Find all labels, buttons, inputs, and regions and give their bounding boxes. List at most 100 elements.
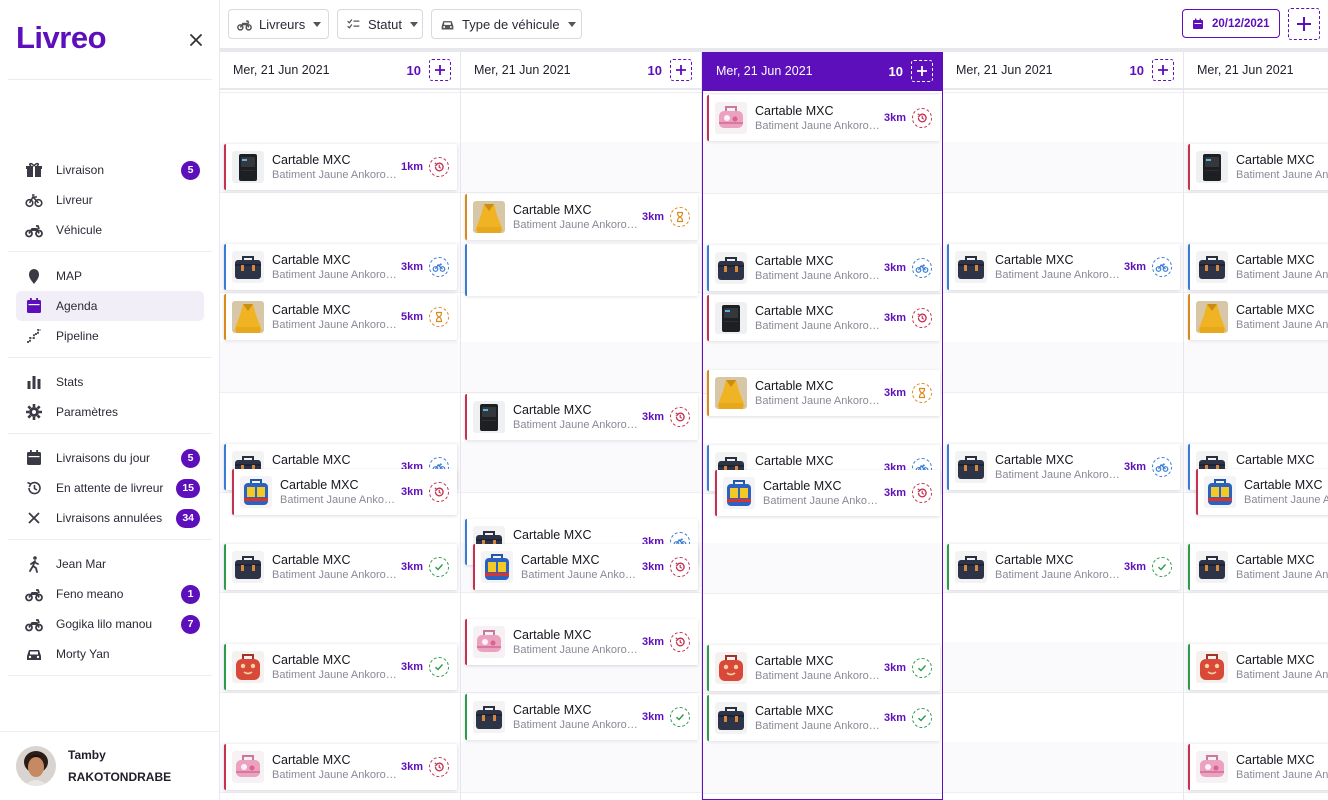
delivery-card[interactable]: Cartable MXC Batiment Jaune Ankorondrano… xyxy=(947,244,1180,290)
column-date: Mer, 21 Jun 2021 xyxy=(233,63,330,77)
time-slot-line xyxy=(220,392,460,393)
delivery-card[interactable]: Cartable MXC Batiment Jaune Ankorondrano… xyxy=(224,144,457,190)
sidebar-item-livraisons-du-jour[interactable]: Livraisons du jour 5 xyxy=(16,443,204,473)
add-to-day-button[interactable] xyxy=(429,59,451,81)
column-date: Mer, 21 Jun 2021 xyxy=(956,63,1053,77)
card-title: Cartable MXC xyxy=(280,478,359,492)
return-icon xyxy=(670,407,690,427)
date-picker-button[interactable]: 20/12/2021 xyxy=(1182,9,1280,38)
delivery-card[interactable]: Cartable MXC Batiment Jaune Ankorondrano… xyxy=(707,245,940,291)
user-profile[interactable]: Tamby RAKOTONDRABE xyxy=(0,731,220,800)
return-icon xyxy=(912,308,932,328)
delivery-card[interactable]: Cartable MXC Batiment Jaune Ankorondrano… xyxy=(224,644,457,690)
hourglass-icon xyxy=(670,207,690,227)
agenda-column: Mer, 21 Jun 2021 10 Cartable MXC Batimen… xyxy=(220,52,461,800)
filter-type-de-v-hicule[interactable]: Type de véhicule xyxy=(431,9,582,39)
sidebar-item-v-hicule[interactable]: Véhicule xyxy=(16,215,204,245)
delivery-card[interactable]: Cartable MXC Batiment Jaune Ankorondrano… xyxy=(707,695,940,741)
sidebar-item-map[interactable]: MAP xyxy=(16,261,204,291)
card-title: Cartable MXC xyxy=(513,703,592,717)
delivery-card[interactable]: Cartable MXC Batiment Jaune Ankorondrano… xyxy=(947,544,1180,590)
time-slot xyxy=(461,142,701,192)
card-text: Cartable MXC Batiment Jaune Ankorondrano xyxy=(272,753,397,781)
delivery-card[interactable]: Cartable MXC Batiment Jaune Ankorondrano… xyxy=(465,394,698,440)
gear-icon xyxy=(24,402,44,422)
card-text: Cartable MXC Batiment Jaune Ankorondrano xyxy=(755,379,880,407)
delivery-card[interactable]: Cartable MXC Batiment Jaune Ankorondrano… xyxy=(465,194,698,240)
card-text: Cartable MXC Batiment Jaune Ankorondrano xyxy=(763,479,880,507)
delivery-card[interactable]: Cartable MXC Batiment Jaune Ankorondrano xyxy=(1188,294,1328,340)
sidebar-item-label: Paramètres xyxy=(56,405,119,419)
sidebar-item-label: MAP xyxy=(56,269,83,283)
card-distance: 1km xyxy=(400,161,423,173)
card-text: Cartable MXC Batiment Jaune Ankorondrano xyxy=(1244,478,1328,506)
card-address: Batiment Jaune Ankorondrano xyxy=(755,320,880,332)
sidebar-item-gogika-lilo-manou[interactable]: Gogika lilo manou 7 xyxy=(16,609,204,639)
column-count: 10 xyxy=(888,63,903,79)
card-address: Batiment Jaune Ankorondrano xyxy=(272,569,397,581)
add-to-day-button[interactable] xyxy=(1152,59,1174,81)
delivery-card[interactable]: Cartable MXC Batiment Jaune Ankorondrano… xyxy=(707,295,940,341)
delivery-card[interactable]: Cartable MXC Batiment Jaune Ankorondrano… xyxy=(465,694,698,740)
delivery-card[interactable]: Cartable MXC Batiment Jaune Ankorondrano… xyxy=(465,619,698,665)
delivery-card[interactable]: Cartable MXC Batiment Jaune Ankorondrano xyxy=(1196,469,1328,515)
time-slot-line xyxy=(220,92,460,93)
add-to-day-button[interactable] xyxy=(911,60,933,82)
check-icon xyxy=(429,557,449,577)
card-text: Cartable MXC Batiment Jaune Ankorondrano xyxy=(1236,553,1328,581)
delivery-card[interactable]: Cartable MXC Batiment Jaune Ankorondrano… xyxy=(224,294,457,340)
sidebar-item-param-tres[interactable]: Paramètres xyxy=(16,397,204,427)
card-distance: 3km xyxy=(641,561,664,573)
delivery-card[interactable]: Cartable MXC Batiment Jaune Ankorondrano xyxy=(1188,244,1328,290)
sidebar-item-pipeline[interactable]: Pipeline xyxy=(16,321,204,351)
card-title: Cartable MXC xyxy=(272,453,351,467)
column-count: 10 xyxy=(647,62,662,78)
sidebar-item-livraison[interactable]: Livraison 5 xyxy=(16,155,204,185)
agenda-column: Mer, 21 Jun 2021 10 Cartable MXC Batimen… xyxy=(702,52,943,800)
delivery-card[interactable]: Cartable MXC Batiment Jaune Ankorondrano… xyxy=(473,544,698,590)
delivery-card[interactable]: Cartable MXC Batiment Jaune Ankorondrano xyxy=(1188,144,1328,190)
card-title: Cartable MXC xyxy=(272,753,351,767)
count-badge: 15 xyxy=(176,478,200,498)
card-text: Cartable MXC Batiment Jaune Ankorondrano xyxy=(755,704,880,732)
sidebar-item-en-attente-de-livreur[interactable]: En attente de livreur 15 xyxy=(16,473,204,503)
delivery-card[interactable]: Cartable MXC Batiment Jaune Ankorondrano xyxy=(1188,644,1328,690)
delivery-card[interactable]: Cartable MXC Batiment Jaune Ankorondrano… xyxy=(224,244,457,290)
filter-livreurs[interactable]: Livreurs xyxy=(228,9,329,39)
close-sidebar-button[interactable] xyxy=(186,30,206,50)
delivery-card[interactable]: Cartable MXC Batiment Jaune Ankorondrano… xyxy=(707,645,940,691)
delivery-card-placeholder[interactable] xyxy=(465,244,698,296)
product-thumbnail xyxy=(715,252,747,284)
delivery-card[interactable]: Cartable MXC Batiment Jaune Ankorondrano… xyxy=(707,370,940,416)
product-thumbnail xyxy=(1196,251,1228,283)
card-distance: 3km xyxy=(883,387,906,399)
delivery-card[interactable]: Cartable MXC Batiment Jaune Ankorondrano… xyxy=(715,470,940,516)
delivery-card[interactable]: Cartable MXC Batiment Jaune Ankorondrano xyxy=(1188,744,1328,790)
filter-statut[interactable]: Statut xyxy=(337,9,423,39)
card-distance: 3km xyxy=(400,261,423,273)
sidebar-item-livreur[interactable]: Livreur xyxy=(16,185,204,215)
product-thumbnail xyxy=(232,301,264,333)
product-thumbnail xyxy=(240,476,272,508)
delivery-card[interactable]: Cartable MXC Batiment Jaune Ankorondrano… xyxy=(707,95,940,141)
column-header: Mer, 21 Jun 2021 10 xyxy=(943,52,1183,90)
card-text: Cartable MXC Batiment Jaune Ankorondrano xyxy=(755,104,880,132)
delivery-card[interactable]: Cartable MXC Batiment Jaune Ankorondrano… xyxy=(232,469,457,515)
add-to-day-button[interactable] xyxy=(670,59,692,81)
sidebar-item-feno-meano[interactable]: Feno meano 1 xyxy=(16,579,204,609)
card-distance: 3km xyxy=(1123,461,1146,473)
sidebar-item-label: Livraisons du jour xyxy=(56,451,151,465)
delivery-card[interactable]: Cartable MXC Batiment Jaune Ankorondrano… xyxy=(224,544,457,590)
add-delivery-button[interactable] xyxy=(1288,8,1320,40)
time-slot xyxy=(943,742,1183,792)
check-icon xyxy=(1152,557,1172,577)
delivery-card[interactable]: Cartable MXC Batiment Jaune Ankorondrano… xyxy=(224,744,457,790)
sidebar-item-stats[interactable]: Stats xyxy=(16,367,204,397)
sidebar-item-jean-mar[interactable]: Jean Mar xyxy=(16,549,204,579)
sidebar-item-livraisons-annul-es[interactable]: Livraisons annulées 34 xyxy=(16,503,204,533)
delivery-card[interactable]: Cartable MXC Batiment Jaune Ankorondrano… xyxy=(947,444,1180,490)
sidebar-item-morty-yan[interactable]: Morty Yan xyxy=(16,639,204,669)
sidebar-item-label: Jean Mar xyxy=(56,557,107,571)
sidebar-item-agenda[interactable]: Agenda xyxy=(16,291,204,321)
delivery-card[interactable]: Cartable MXC Batiment Jaune Ankorondrano xyxy=(1188,544,1328,590)
